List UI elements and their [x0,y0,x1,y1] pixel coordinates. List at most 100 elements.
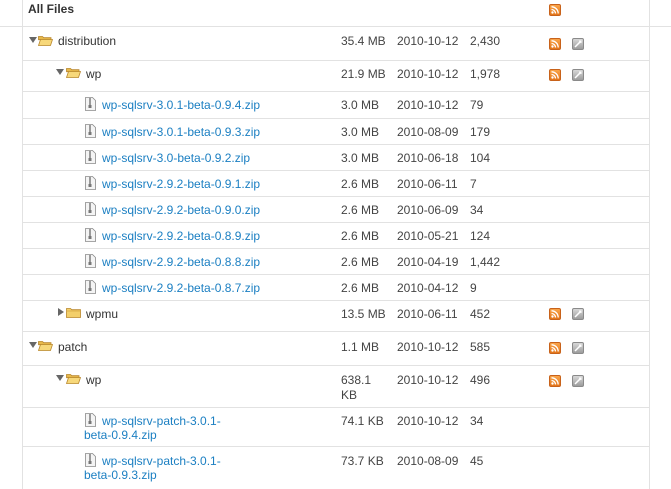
info-icon[interactable] [572,375,584,387]
file-row[interactable]: wp-sqlsrv-3.0-beta-0.9.2.zip 3.0 MB 2010… [22,145,649,171]
folder-row-wpmu[interactable]: wpmu 13.5 MB 2010-06-11 452 [22,301,649,332]
folder-name[interactable]: wp [86,67,101,82]
file-date: 2010-06-18 [397,151,459,165]
download-count: 1,442 [470,255,501,269]
info-icon[interactable] [572,308,584,320]
download-count: 34 [470,414,484,428]
download-count: 7 [470,177,477,191]
download-count: 2,430 [470,34,501,48]
all-files-header: All Files [0,0,671,27]
folder-name[interactable]: patch [58,340,87,355]
file-date: 2010-08-09 [397,125,459,139]
file-size-line2: KB [341,388,358,402]
file-link[interactable]: wp-sqlsrv-2.9.2-beta-0.9.0.zip [102,203,260,218]
folder-name[interactable]: wp [86,373,101,388]
file-row[interactable]: wp-sqlsrv-2.9.2-beta-0.8.9.zip 2.6 MB 20… [22,223,649,249]
zip-file-icon [85,97,96,111]
folder-icon [66,308,81,318]
file-size: 2.6 MB [341,255,380,269]
file-row[interactable]: wp-sqlsrv-3.0.1-beta-0.9.3.zip 3.0 MB 20… [22,119,649,145]
expand-toggle-icon[interactable] [29,342,37,348]
file-link[interactable]: wp-sqlsrv-2.9.2-beta-0.8.8.zip [102,255,260,270]
file-date: 2010-10-12 [397,98,459,112]
file-size: 2.6 MB [341,177,380,191]
file-size: 2.6 MB [341,281,380,295]
info-icon[interactable] [572,38,584,50]
folder-open-icon [38,36,53,46]
file-size: 3.0 MB [341,151,380,165]
file-size: 2.6 MB [341,229,380,243]
rss-icon[interactable] [549,342,561,354]
file-date: 2010-06-11 [397,177,458,191]
expand-toggle-icon[interactable] [29,37,37,43]
rss-icon[interactable] [549,308,561,320]
download-count: 79 [470,98,484,112]
info-icon[interactable] [572,342,584,354]
folder-row-wp-patch[interactable]: wp 638.1 KB 2010-10-12 496 [22,366,649,408]
folder-row-wp[interactable]: wp 21.9 MB 2010-10-12 1,978 [22,61,649,92]
file-row[interactable]: wp-sqlsrv-2.9.2-beta-0.8.7.zip 2.6 MB 20… [22,275,649,301]
file-date: 2010-04-12 [397,281,459,295]
rss-icon[interactable] [549,38,561,50]
file-size: 1.1 MB [341,340,380,354]
rss-icon[interactable] [549,69,561,81]
zip-file-icon [85,254,96,268]
file-link-line1[interactable]: wp-sqlsrv-patch-3.0.1- [102,414,221,429]
zip-file-icon [85,413,96,427]
file-row[interactable]: wp-sqlsrv-3.0.1-beta-0.9.4.zip 3.0 MB 20… [22,92,649,119]
file-date: 2010-04-19 [397,255,459,269]
folder-open-icon [66,68,81,78]
download-count: 124 [470,229,491,243]
folder-row-patch[interactable]: patch 1.1 MB 2010-10-12 585 [22,332,649,366]
file-size: 21.9 MB [341,67,386,81]
file-link[interactable]: wp-sqlsrv-3.0-beta-0.9.2.zip [102,151,250,166]
file-row[interactable]: wp-sqlsrv-2.9.2-beta-0.9.1.zip 2.6 MB 20… [22,171,649,197]
folder-name[interactable]: distribution [58,34,116,49]
file-link[interactable]: wp-sqlsrv-2.9.2-beta-0.9.1.zip [102,177,260,192]
download-count: 104 [470,151,491,165]
download-count: 34 [470,203,484,217]
file-size: 13.5 MB [341,307,386,321]
info-icon[interactable] [572,69,584,81]
file-row[interactable]: wp-sqlsrv-2.9.2-beta-0.8.8.zip 2.6 MB 20… [22,249,649,275]
rss-icon[interactable] [549,375,561,387]
file-size: 3.0 MB [341,125,380,139]
file-size: 74.1 KB [341,414,384,428]
file-date: 2010-10-12 [397,373,459,387]
file-row[interactable]: wp-sqlsrv-patch-3.0.1- beta-0.9.4.zip 74… [22,408,649,447]
file-link[interactable]: wp-sqlsrv-2.9.2-beta-0.8.9.zip [102,229,260,244]
file-link-line1[interactable]: wp-sqlsrv-patch-3.0.1- [102,454,221,469]
download-count: 1,978 [470,67,501,81]
file-size: 3.0 MB [341,98,380,112]
folder-name[interactable]: wpmu [86,307,118,322]
table-right-border [649,0,650,489]
file-row[interactable]: wp-sqlsrv-patch-3.0.1- beta-0.9.3.zip 73… [22,447,649,489]
download-count: 9 [470,281,477,295]
download-count: 585 [470,340,491,354]
folder-open-icon [66,374,81,384]
expand-toggle-icon[interactable] [56,69,64,75]
file-size: 2.6 MB [341,203,380,217]
zip-file-icon [85,202,96,216]
folder-row-distribution[interactable]: distribution 35.4 MB 2010-10-12 2,430 [22,27,649,61]
file-size: 35.4 MB [341,34,386,48]
file-date: 2010-06-11 [397,307,458,321]
zip-file-icon [85,280,96,294]
collapse-toggle-icon[interactable] [58,308,64,316]
file-date: 2010-05-21 [397,229,459,243]
zip-file-icon [85,228,96,242]
file-link-line2[interactable]: beta-0.9.3.zip [84,468,157,483]
file-link[interactable]: wp-sqlsrv-2.9.2-beta-0.8.7.zip [102,281,260,296]
file-link-line2[interactable]: beta-0.9.4.zip [84,428,157,443]
rss-icon[interactable] [549,4,561,16]
file-date: 2010-06-09 [397,203,459,217]
file-link[interactable]: wp-sqlsrv-3.0.1-beta-0.9.3.zip [102,125,260,140]
zip-file-icon [85,453,96,467]
file-link[interactable]: wp-sqlsrv-3.0.1-beta-0.9.4.zip [102,98,260,113]
download-count: 452 [470,307,491,321]
expand-toggle-icon[interactable] [56,375,64,381]
file-size-line1: 638.1 [341,373,372,387]
zip-file-icon [85,150,96,164]
download-count: 496 [470,373,491,387]
file-row[interactable]: wp-sqlsrv-2.9.2-beta-0.9.0.zip 2.6 MB 20… [22,197,649,223]
